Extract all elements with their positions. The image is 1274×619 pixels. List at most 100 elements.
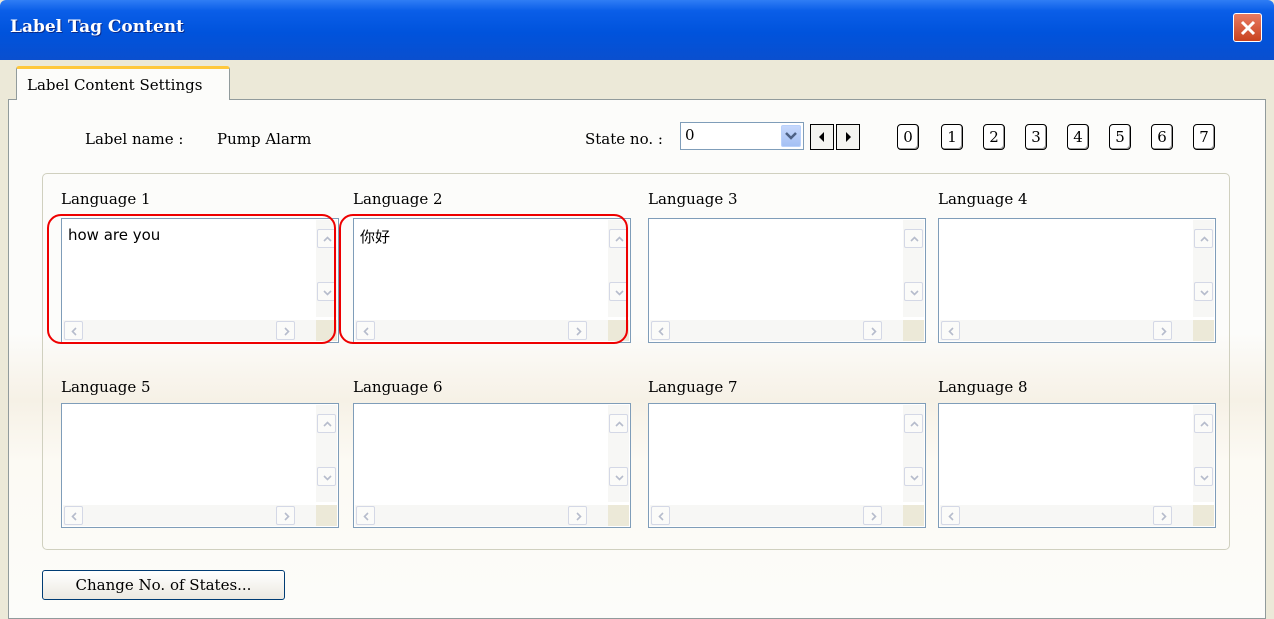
scroll-down-button[interactable] (1194, 467, 1213, 486)
state-button-3[interactable]: 3 (1025, 124, 1047, 150)
tab-label-content-settings[interactable]: Label Content Settings (16, 66, 230, 100)
language-5-label: Language 5 (61, 378, 151, 396)
scroll-corner (903, 505, 924, 526)
vertical-scrollbar[interactable] (903, 405, 924, 502)
vertical-scrollbar[interactable] (1193, 220, 1214, 317)
scroll-down-button[interactable] (904, 282, 923, 301)
state-button-5[interactable]: 5 (1109, 124, 1131, 150)
scroll-down-icon (323, 475, 332, 481)
scroll-left-icon (658, 512, 664, 521)
language-1-label: Language 1 (61, 190, 151, 208)
horizontal-scrollbar[interactable] (940, 320, 1194, 341)
state-button-0[interactable]: 0 (897, 124, 919, 150)
vertical-scrollbar[interactable] (1193, 405, 1214, 502)
language-8-textbox[interactable] (938, 403, 1216, 528)
scroll-down-icon (1200, 290, 1209, 296)
scroll-up-button[interactable] (317, 414, 336, 433)
scroll-up-icon (910, 236, 919, 242)
language-6-textbox[interactable] (353, 403, 631, 528)
scroll-up-button[interactable] (904, 414, 923, 433)
horizontal-scrollbar[interactable] (355, 505, 609, 526)
vertical-scrollbar[interactable] (903, 220, 924, 317)
scroll-left-button[interactable] (651, 321, 670, 340)
arrow-left-icon (819, 132, 824, 142)
scroll-left-icon (658, 327, 664, 336)
language-6-label: Language 6 (353, 378, 443, 396)
scroll-down-icon (910, 290, 919, 296)
horizontal-scrollbar[interactable] (650, 505, 904, 526)
language-3-label: Language 3 (648, 190, 738, 208)
red-highlight-outline (339, 214, 628, 344)
scroll-left-button[interactable] (941, 506, 960, 525)
language-5-textbox[interactable] (61, 403, 339, 528)
scroll-right-icon (1161, 512, 1167, 521)
scroll-up-icon (615, 421, 624, 427)
scroll-right-icon (284, 512, 290, 521)
state-select[interactable]: 0 (680, 122, 804, 150)
scroll-down-button[interactable] (609, 467, 628, 486)
chevron-down-icon (785, 132, 797, 140)
scroll-left-button[interactable] (941, 321, 960, 340)
scroll-right-button[interactable] (863, 506, 882, 525)
horizontal-scrollbar[interactable] (63, 505, 317, 526)
label-name-caption: Label name : (85, 130, 184, 148)
scroll-corner (1193, 505, 1214, 526)
prev-state-button[interactable] (810, 124, 834, 150)
state-button-6[interactable]: 6 (1151, 124, 1173, 150)
red-highlight-outline (47, 214, 336, 344)
scroll-left-icon (363, 512, 369, 521)
scroll-down-button[interactable] (904, 467, 923, 486)
state-button-4[interactable]: 4 (1067, 124, 1089, 150)
title-bar: Label Tag Content (0, 0, 1274, 60)
scroll-up-icon (323, 421, 332, 427)
scroll-corner (316, 505, 337, 526)
arrow-right-icon (846, 132, 851, 142)
scroll-up-button[interactable] (609, 414, 628, 433)
scroll-up-icon (1200, 236, 1209, 242)
language-7-label: Language 7 (648, 378, 738, 396)
scroll-right-button[interactable] (568, 506, 587, 525)
close-button[interactable] (1233, 13, 1262, 42)
state-button-1[interactable]: 1 (941, 124, 963, 150)
state-button-2[interactable]: 2 (983, 124, 1005, 150)
scroll-left-icon (71, 512, 77, 521)
language-7-textbox[interactable] (648, 403, 926, 528)
scroll-left-button[interactable] (356, 506, 375, 525)
scroll-up-icon (1200, 421, 1209, 427)
vertical-scrollbar[interactable] (316, 405, 337, 502)
language-4-label: Language 4 (938, 190, 1028, 208)
label-name-value: Pump Alarm (217, 130, 312, 148)
scroll-down-button[interactable] (1194, 282, 1213, 301)
scroll-up-button[interactable] (1194, 229, 1213, 248)
scroll-right-icon (871, 327, 877, 336)
dropdown-button[interactable] (781, 125, 801, 147)
language-2-label: Language 2 (353, 190, 443, 208)
scroll-down-icon (615, 475, 624, 481)
scroll-corner (608, 505, 629, 526)
scroll-down-icon (910, 475, 919, 481)
scroll-left-icon (948, 512, 954, 521)
language-8-label: Language 8 (938, 378, 1028, 396)
scroll-right-button[interactable] (1153, 506, 1172, 525)
state-select-value: 0 (685, 126, 695, 144)
language-3-textbox[interactable] (648, 218, 926, 343)
horizontal-scrollbar[interactable] (650, 320, 904, 341)
scroll-corner (903, 320, 924, 341)
next-state-button[interactable] (836, 124, 860, 150)
scroll-left-button[interactable] (64, 506, 83, 525)
scroll-right-button[interactable] (863, 321, 882, 340)
horizontal-scrollbar[interactable] (940, 505, 1194, 526)
language-4-textbox[interactable] (938, 218, 1216, 343)
scroll-right-button[interactable] (276, 506, 295, 525)
change-no-of-states-button[interactable]: Change No. of States... (42, 570, 285, 600)
state-button-7[interactable]: 7 (1193, 124, 1215, 150)
scroll-up-button[interactable] (904, 229, 923, 248)
window-title: Label Tag Content (10, 17, 185, 37)
scroll-down-button[interactable] (317, 467, 336, 486)
vertical-scrollbar[interactable] (608, 405, 629, 502)
scroll-right-button[interactable] (1153, 321, 1172, 340)
scroll-down-icon (1200, 475, 1209, 481)
scroll-up-button[interactable] (1194, 414, 1213, 433)
scroll-left-button[interactable] (651, 506, 670, 525)
scroll-left-icon (948, 327, 954, 336)
